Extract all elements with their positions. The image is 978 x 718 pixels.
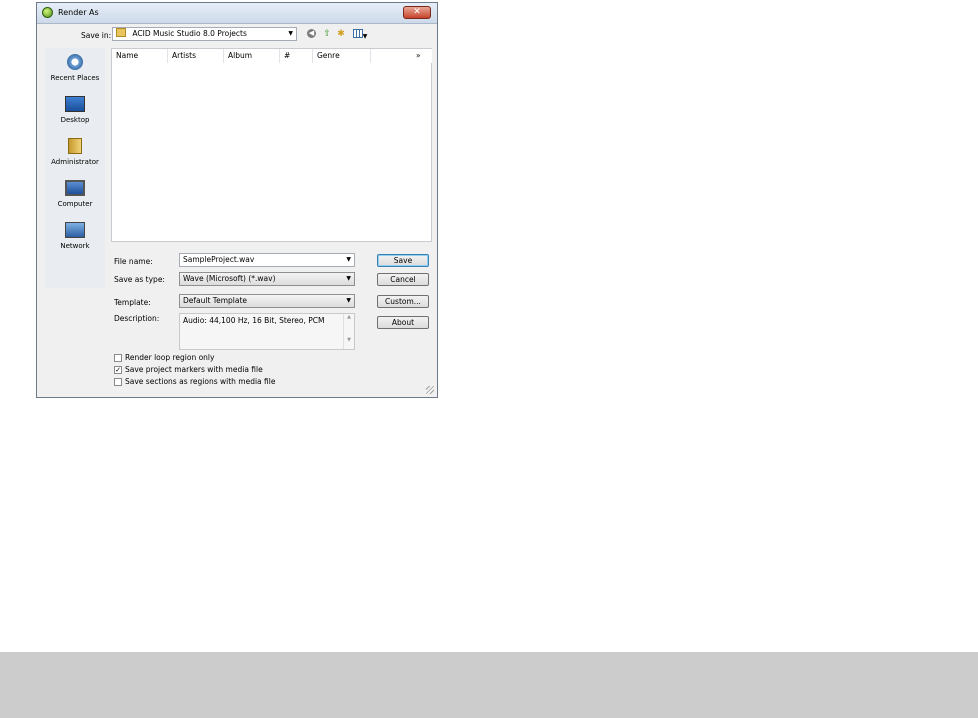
- acid-app-icon: [42, 7, 53, 18]
- views-menu-icon[interactable]: ▼: [352, 29, 368, 40]
- place-administrator[interactable]: Administrator: [45, 138, 105, 166]
- save-as-type-dropdown[interactable]: Wave (Microsoft) (*.wav) ▼: [179, 272, 355, 286]
- column-header-number[interactable]: #: [280, 49, 313, 63]
- save-sections-as-regions-checkbox[interactable]: [114, 378, 122, 386]
- file-list[interactable]: Name Artists Album # Genre »: [111, 48, 432, 242]
- more-columns-icon[interactable]: »: [412, 49, 432, 63]
- description-label: Description:: [114, 314, 160, 323]
- file-name-label: File name:: [114, 257, 153, 266]
- template-label: Template:: [114, 298, 151, 307]
- recent-places-icon: [67, 54, 83, 70]
- place-recent-places[interactable]: Recent Places: [45, 54, 105, 82]
- computer-icon: [65, 180, 85, 196]
- column-header-album[interactable]: Album: [224, 49, 280, 63]
- place-network[interactable]: Network: [45, 222, 105, 250]
- cancel-button[interactable]: Cancel: [377, 273, 429, 286]
- place-desktop[interactable]: Desktop: [45, 96, 105, 124]
- place-computer[interactable]: Computer: [45, 180, 105, 208]
- description-scrollbar[interactable]: ▲ ▼: [343, 314, 354, 349]
- save-project-markers-checkbox[interactable]: ✓: [114, 366, 122, 374]
- chevron-down-icon: ▼: [346, 297, 351, 304]
- chevron-down-icon: ▼: [288, 30, 293, 37]
- save-in-label: Save in:: [81, 31, 112, 40]
- window-title: Render As: [58, 8, 99, 17]
- user-folder-icon: [68, 138, 82, 154]
- render-as-dialog: Render As ✕ Save in: ACID Music Studio 8…: [36, 2, 438, 398]
- back-icon[interactable]: ◀: [307, 29, 317, 39]
- new-folder-icon[interactable]: ✱: [336, 29, 346, 39]
- column-header-genre[interactable]: Genre: [313, 49, 371, 63]
- close-button[interactable]: ✕: [403, 6, 431, 19]
- folder-icon: [116, 28, 126, 37]
- title-bar[interactable]: Render As ✕: [37, 3, 437, 24]
- column-header-artists[interactable]: Artists: [168, 49, 224, 63]
- about-button[interactable]: About: [377, 316, 429, 329]
- description-box: Audio: 44,100 Hz, 16 Bit, Stereo, PCM ▲ ▼: [179, 313, 355, 350]
- up-folder-icon[interactable]: ⇧: [322, 29, 332, 39]
- places-bar: Recent Places Desktop Administrator Comp…: [45, 48, 105, 288]
- custom-button[interactable]: Custom...: [377, 295, 429, 308]
- bottom-band: [0, 652, 978, 718]
- resize-grip-icon[interactable]: [426, 386, 434, 394]
- save-button[interactable]: Save: [377, 254, 429, 267]
- save-in-value: ACID Music Studio 8.0 Projects: [132, 29, 247, 38]
- desktop-icon: [65, 96, 85, 112]
- save-as-type-label: Save as type:: [114, 275, 165, 284]
- file-name-input[interactable]: SampleProject.wav ▼: [179, 253, 355, 267]
- column-header-name[interactable]: Name: [112, 49, 168, 63]
- template-dropdown[interactable]: Default Template ▼: [179, 294, 355, 308]
- save-in-dropdown[interactable]: ACID Music Studio 8.0 Projects ▼: [112, 27, 297, 41]
- chevron-down-icon: ▼: [346, 256, 351, 263]
- chevron-down-icon: ▼: [346, 275, 351, 282]
- network-icon: [65, 222, 85, 238]
- render-loop-region-checkbox[interactable]: [114, 354, 122, 362]
